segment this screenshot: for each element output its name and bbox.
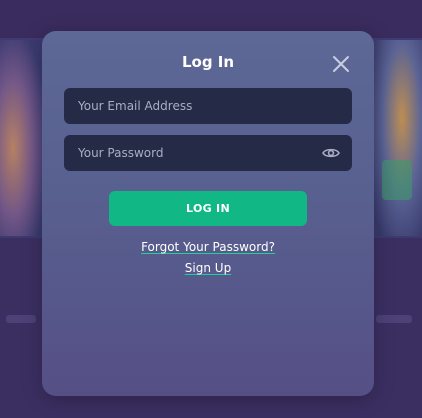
sign-up-link[interactable]: Sign Up <box>185 261 231 275</box>
close-button[interactable] <box>328 51 354 77</box>
login-modal: Log In LOG IN Forgot Your Password? Sign… <box>42 31 374 396</box>
email-field[interactable] <box>78 88 338 124</box>
forgot-password-link[interactable]: Forgot Your Password? <box>141 240 275 254</box>
password-field[interactable] <box>78 135 318 171</box>
background-left-artwork <box>0 40 44 236</box>
email-field-container <box>64 88 352 124</box>
eye-icon <box>322 148 340 158</box>
background-caption-left <box>6 315 36 323</box>
background-caption-right <box>376 315 412 323</box>
background-right-accent <box>382 160 412 200</box>
password-field-container <box>64 135 352 171</box>
close-icon <box>333 56 349 72</box>
forgot-password-row: Forgot Your Password? <box>42 240 374 255</box>
sign-up-row: Sign Up <box>42 261 374 276</box>
background-right-artwork <box>372 40 422 236</box>
login-button[interactable]: LOG IN <box>109 191 307 226</box>
show-password-button[interactable] <box>322 145 340 161</box>
modal-title: Log In <box>181 53 235 71</box>
